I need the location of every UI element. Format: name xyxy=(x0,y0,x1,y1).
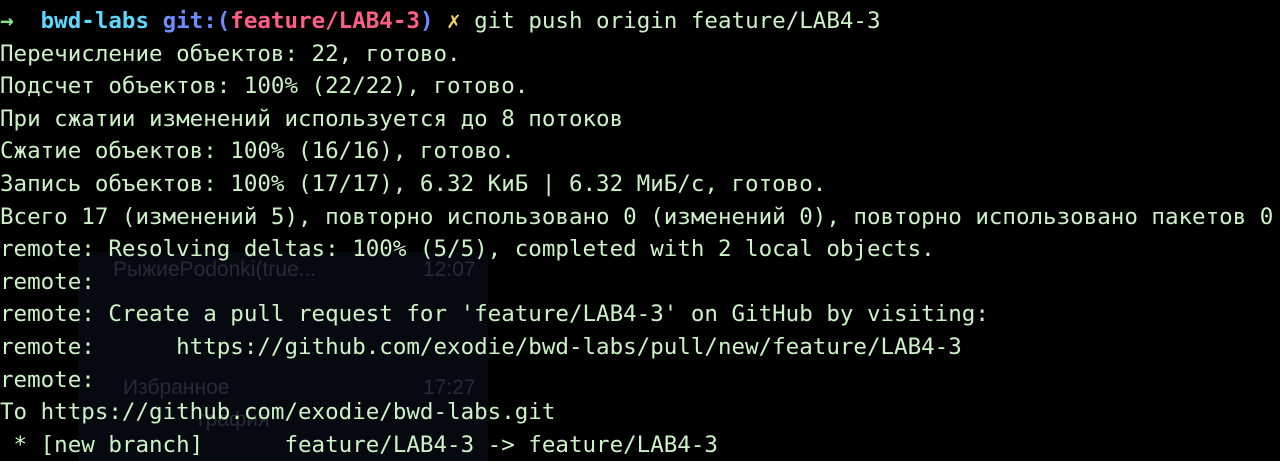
output-line: remote: https://github.com/exodie/bwd-la… xyxy=(0,333,962,360)
prompt-line: → bwd-labs git:(feature/LAB4-3) ✗ git pu… xyxy=(0,5,1273,38)
dirty-marker-icon: ✗ xyxy=(447,8,461,34)
prompt-git-close: ) xyxy=(419,8,434,34)
terminal-output: → bwd-labs git:(feature/LAB4-3) ✗ git pu… xyxy=(0,5,1273,461)
output-line: Всего 17 (изменений 5), повторно использ… xyxy=(0,203,1274,230)
prompt-git-open: git:( xyxy=(162,8,231,34)
output-line: remote: Resolving deltas: 100% (5/5), co… xyxy=(0,236,935,263)
prompt-repo: bwd-labs xyxy=(40,8,150,34)
output-line: To https://github.com/exodie/bwd-labs.gi… xyxy=(0,399,556,426)
output-line: Сжатие объектов: 100% (16/16), готово. xyxy=(0,138,515,165)
output-line: remote: Create a pull request for 'featu… xyxy=(0,301,989,328)
output-line: При сжатии изменений используется до 8 п… xyxy=(0,105,624,132)
output-line: Запись объектов: 100% (17/17), 6.32 КиБ … xyxy=(0,170,827,197)
command-text: git push origin feature/LAB4-3 xyxy=(474,8,881,34)
prompt-arrow-icon: → xyxy=(0,8,14,34)
prompt-branch: feature/LAB4-3 xyxy=(230,8,420,34)
output-line: * [new branch] feature/LAB4-3 -> feature… xyxy=(0,431,718,458)
output-line: Подсчет объектов: 100% (22/22), готово. xyxy=(0,73,529,100)
output-line: remote: xyxy=(0,366,95,393)
output-line: Перечисление объектов: 22, готово. xyxy=(0,40,461,67)
output-line: remote: xyxy=(0,268,95,295)
terminal-window[interactable]: РыжиеPodonki(true... 12:07 Избранное 17:… xyxy=(0,0,1280,461)
